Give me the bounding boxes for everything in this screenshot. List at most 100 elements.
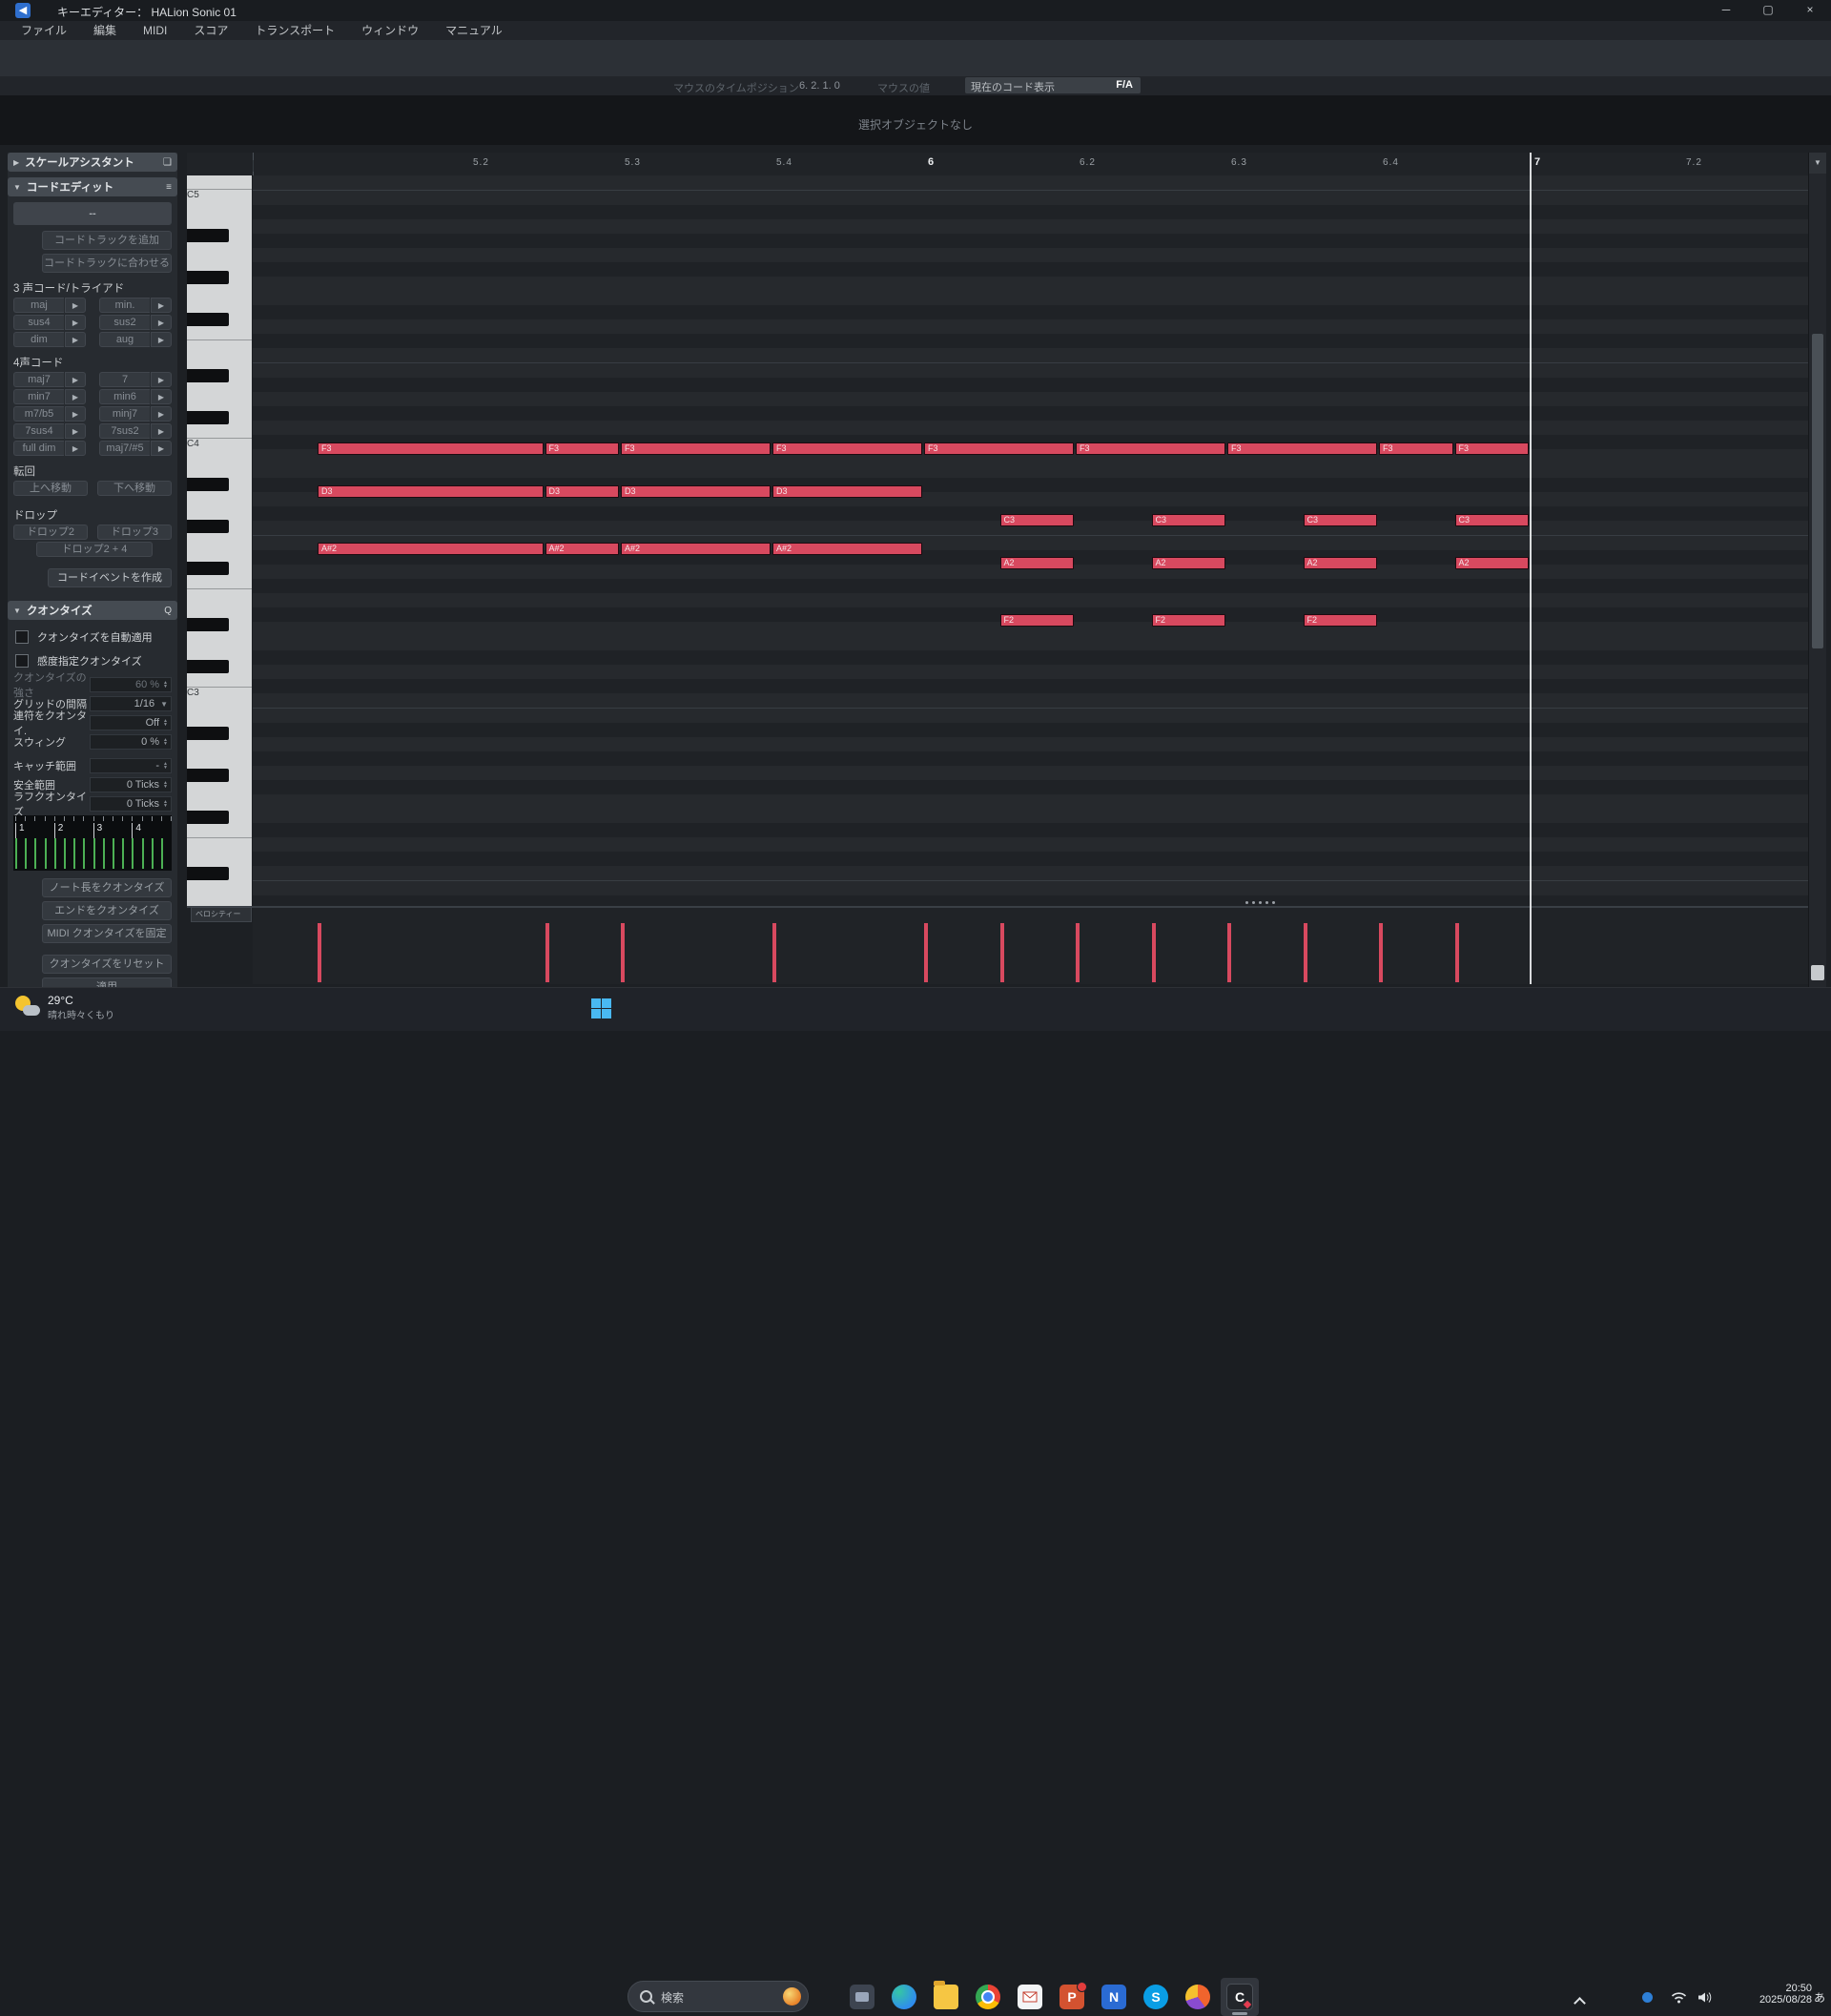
chord-type-label[interactable]: min7	[13, 389, 64, 404]
search-input[interactable]: 検索	[627, 1981, 809, 2012]
checkbox[interactable]	[15, 630, 29, 644]
piano-key-black[interactable]	[187, 727, 229, 740]
midi-note[interactable]: F3	[621, 442, 771, 455]
chrome-icon[interactable]	[969, 1978, 1007, 2016]
cubase-icon[interactable]: C	[1221, 1978, 1259, 2016]
piano-key-black[interactable]	[187, 229, 229, 242]
velocity-bar[interactable]	[1000, 923, 1004, 982]
velocity-bar[interactable]	[1455, 923, 1459, 982]
weather-icon[interactable]	[13, 994, 42, 1022]
chord-tension-arrow-icon[interactable]: ▶	[151, 332, 172, 347]
chord-tension-arrow-icon[interactable]: ▶	[65, 315, 86, 330]
piano-key[interactable]	[187, 895, 252, 906]
piano-key[interactable]	[187, 175, 252, 190]
skype-icon[interactable]: S	[1137, 1978, 1175, 2016]
piano-keyboard[interactable]: C5C4C3C2C1	[187, 175, 252, 906]
midi-note[interactable]: C3	[1455, 514, 1530, 526]
chord-type-label[interactable]: m7/b5	[13, 406, 64, 422]
chord-type-label[interactable]: full dim	[13, 441, 64, 456]
task-view-icon[interactable]	[843, 1978, 881, 2016]
piano-key[interactable]	[187, 533, 252, 547]
section-menu-icon[interactable]: ❏	[163, 157, 172, 168]
chord-type-label[interactable]: maj	[13, 298, 64, 313]
chord-tension-arrow-icon[interactable]: ▶	[65, 406, 86, 422]
piano-key[interactable]	[187, 604, 252, 618]
browser-icon[interactable]	[1179, 1978, 1217, 2016]
midi-note[interactable]: F3	[545, 442, 620, 455]
tetrad-chord-button[interactable]: maj7▶	[13, 372, 86, 387]
midi-note[interactable]: A2	[1455, 557, 1530, 569]
piano-key[interactable]	[187, 698, 252, 712]
piano-key[interactable]	[187, 782, 252, 796]
ime-indicator[interactable]: あ	[1814, 1989, 1825, 2006]
param-field[interactable]: 0 %▲▼	[90, 734, 172, 750]
midi-note[interactable]: A2	[1000, 557, 1075, 569]
stepper-icon[interactable]: ▲▼	[163, 762, 168, 770]
velocity-bar[interactable]	[1379, 923, 1383, 982]
velocity-bar[interactable]	[621, 923, 625, 982]
checkbox[interactable]	[15, 654, 29, 668]
piano-key[interactable]	[187, 200, 252, 215]
triad-chord-button[interactable]: sus4▶	[13, 315, 86, 330]
piano-key[interactable]	[187, 242, 252, 257]
chord-tension-arrow-icon[interactable]: ▶	[151, 315, 172, 330]
midi-note[interactable]: F3	[924, 442, 1074, 455]
midi-note[interactable]: A#2	[772, 543, 922, 555]
splitter-handle-dot[interactable]	[1259, 901, 1262, 904]
midi-note[interactable]: C3	[1000, 514, 1075, 526]
piano-key[interactable]	[187, 463, 252, 478]
iterative-quantize-checkbox[interactable]: 感度指定クオンタイズ	[15, 653, 172, 669]
velocity-lane[interactable]	[253, 908, 1808, 984]
folder-icon[interactable]	[927, 1978, 965, 2016]
midi-note[interactable]: C3	[1152, 514, 1226, 526]
chord-tension-arrow-icon[interactable]: ▶	[151, 406, 172, 422]
piano-key[interactable]	[187, 257, 252, 271]
clock-widget[interactable]: 20:50 2025/08/28	[1732, 1983, 1812, 2006]
notes-app-icon[interactable]: N	[1095, 1978, 1133, 2016]
midi-note[interactable]: A2	[1304, 557, 1378, 569]
tetrad-chord-button[interactable]: 7▶	[99, 372, 172, 387]
volume-icon[interactable]	[1697, 1991, 1713, 2008]
triad-chord-button[interactable]: maj▶	[13, 298, 86, 313]
chord-tension-arrow-icon[interactable]: ▶	[151, 298, 172, 313]
chord-type-label[interactable]: dim	[13, 332, 64, 347]
bluetooth-tray-icon[interactable]	[1642, 1992, 1653, 2003]
splitter-handle-dot[interactable]	[1252, 901, 1255, 904]
tetrad-chord-button[interactable]: full dim▶	[13, 441, 86, 456]
param-field[interactable]: 0 Ticks▲▼	[90, 796, 172, 812]
inversion-button[interactable]: 上へ移動	[13, 481, 88, 496]
note-display[interactable]: F3F3F3F3F3F3F3F3F3D3D3D3D3A#2A#2A#2A#2C3…	[253, 175, 1808, 906]
piano-key[interactable]	[187, 424, 252, 439]
scrollbar-thumb[interactable]	[1812, 334, 1823, 648]
chord-tension-arrow-icon[interactable]: ▶	[65, 298, 86, 313]
piano-key[interactable]	[187, 505, 252, 520]
chord-type-label[interactable]: aug	[99, 332, 150, 347]
piano-key-black[interactable]	[187, 867, 229, 880]
midi-note[interactable]: A#2	[318, 543, 544, 555]
quantize-action-button[interactable]: ノート長をクオンタイズ	[42, 878, 172, 897]
piano-key[interactable]	[187, 589, 252, 604]
timeline-ruler[interactable]: 5.25.35.466.26.36.477.2HALion Sonic 01	[253, 153, 1808, 175]
velocity-bar[interactable]	[1152, 923, 1156, 982]
windows-start-icon[interactable]	[591, 998, 612, 1019]
piano-key[interactable]	[187, 284, 252, 298]
piano-key[interactable]	[187, 838, 252, 853]
piano-key[interactable]	[187, 824, 252, 838]
piano-key-black[interactable]	[187, 769, 229, 782]
chord-type-label[interactable]: 7sus4	[13, 423, 64, 439]
chord-tension-arrow-icon[interactable]: ▶	[151, 389, 172, 404]
drop-button[interactable]: ドロップ3	[97, 525, 172, 540]
mail-icon[interactable]	[1011, 1978, 1049, 2016]
section-menu-icon[interactable]: Q	[164, 606, 172, 616]
piano-key[interactable]	[187, 754, 252, 769]
velocity-bar[interactable]	[1076, 923, 1080, 982]
minimize-button[interactable]: ─	[1705, 0, 1747, 21]
piano-key[interactable]	[187, 575, 252, 589]
midi-note[interactable]: F2	[1152, 614, 1226, 627]
quantize-reset-button[interactable]: クオンタイズをリセット	[42, 955, 172, 974]
chord-tension-arrow-icon[interactable]: ▶	[65, 389, 86, 404]
splitter-handle-dot[interactable]	[1245, 901, 1248, 904]
velocity-bar[interactable]	[1227, 923, 1231, 982]
section-chord-edit[interactable]: ▼コードエディット≡	[8, 177, 177, 196]
create-chord-event-button[interactable]: コードイベントを作成	[48, 568, 172, 587]
